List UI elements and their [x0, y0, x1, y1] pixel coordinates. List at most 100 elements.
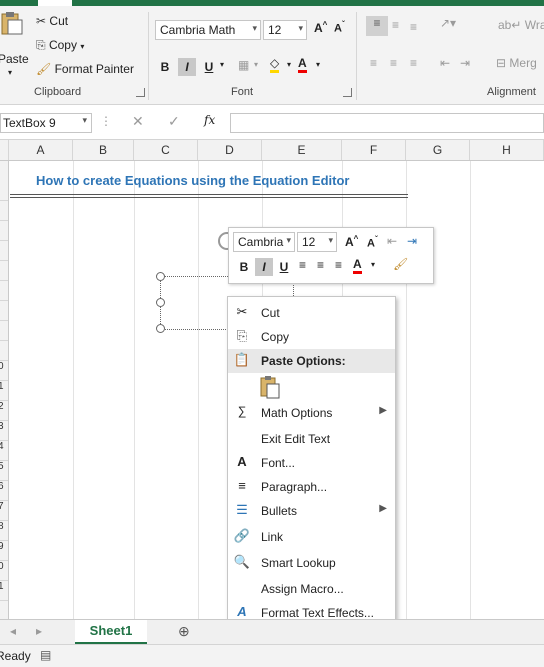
align-center-icon[interactable]: ≡: [390, 56, 397, 70]
resize-handle[interactable]: [156, 272, 165, 281]
row-header[interactable]: [0, 161, 8, 201]
menu-item-cut[interactable]: ✂ Cut: [228, 301, 395, 325]
font-name-dropdown[interactable]: Cambria Math ▾: [155, 20, 261, 40]
font-size-dropdown[interactable]: 12 ▾: [263, 20, 307, 40]
row-header[interactable]: 7: [0, 501, 8, 521]
row-header[interactable]: 0: [0, 561, 8, 581]
add-sheet-icon[interactable]: ⊕: [178, 623, 190, 640]
column-header[interactable]: E: [262, 140, 342, 160]
insert-function-button[interactable]: fx: [204, 113, 215, 127]
row-header[interactable]: [0, 341, 8, 361]
mini-underline-button[interactable]: U: [275, 258, 293, 276]
align-right-icon[interactable]: ≡: [410, 56, 417, 70]
row-header[interactable]: [0, 261, 8, 281]
align-right-icon[interactable]: ≡: [335, 258, 342, 272]
row-header[interactable]: 5: [0, 461, 8, 481]
grow-font-button[interactable]: A^: [314, 20, 327, 35]
underline-dropdown-icon[interactable]: ▾: [220, 60, 224, 69]
clipboard-launcher-icon[interactable]: [136, 88, 145, 97]
paste-button[interactable]: Paste: [0, 52, 29, 66]
font-color-icon[interactable]: A: [353, 257, 362, 274]
copy-dropdown-icon[interactable]: ▾: [80, 42, 84, 51]
menu-item-smart-lookup[interactable]: 🔍 Smart Lookup: [228, 551, 395, 575]
row-header[interactable]: 0: [0, 361, 8, 381]
column-header[interactable]: H: [470, 140, 544, 160]
menu-item-exit-edit-text[interactable]: Exit Edit Text: [228, 427, 395, 451]
menu-item-math-options[interactable]: ∑ Math Options ▶: [228, 401, 395, 425]
merge-button[interactable]: ⊟ Merg: [496, 56, 537, 70]
font-launcher-icon[interactable]: [343, 88, 352, 97]
align-center-icon[interactable]: ≡: [317, 258, 324, 272]
shrink-font-button[interactable]: Aˇ: [334, 20, 345, 35]
macro-recorder-icon[interactable]: ▤: [40, 648, 51, 662]
copy-button[interactable]: ⎘ Copy ▾: [36, 38, 84, 53]
paste-icon[interactable]: [0, 10, 24, 36]
increase-indent-icon[interactable]: ⇥: [407, 234, 417, 248]
column-header[interactable]: B: [73, 140, 134, 160]
row-header[interactable]: [0, 241, 8, 261]
sheet-tab-sheet1[interactable]: Sheet1: [75, 620, 147, 644]
fill-color-icon[interactable]: ◇: [270, 56, 280, 73]
underline-button[interactable]: U: [200, 58, 218, 76]
brush-icon[interactable]: 🖌: [393, 257, 408, 271]
grow-font-button[interactable]: A^: [345, 234, 358, 249]
name-box[interactable]: TextBox 9 ▾: [0, 113, 92, 133]
column-header[interactable]: A: [9, 140, 73, 160]
row-header[interactable]: 6: [0, 481, 8, 501]
cut-button[interactable]: ✂ Cut: [36, 14, 68, 28]
scroll-left-icon[interactable]: ◂: [10, 624, 16, 638]
fill-color-dropdown-icon[interactable]: ▾: [287, 60, 291, 69]
shrink-font-button[interactable]: Aˇ: [367, 235, 378, 250]
menu-item-paragraph[interactable]: ≡ Paragraph...: [228, 475, 395, 499]
mini-bold-button[interactable]: B: [235, 258, 253, 276]
mini-size-dropdown[interactable]: 12 ▾: [297, 232, 337, 252]
row-header[interactable]: 1: [0, 581, 8, 601]
enter-icon[interactable]: ✓: [168, 113, 180, 130]
align-top-icon[interactable]: ≡: [366, 16, 388, 36]
mini-italic-button[interactable]: I: [255, 258, 273, 276]
menu-item-assign-macro[interactable]: Assign Macro...: [228, 577, 395, 601]
format-painter-button[interactable]: 🖌 Format Painter: [36, 62, 134, 76]
row-header[interactable]: [0, 201, 8, 221]
column-header[interactable]: G: [406, 140, 470, 160]
row-header[interactable]: [0, 301, 8, 321]
font-color-dropdown-icon[interactable]: ▾: [371, 260, 375, 269]
scroll-right-icon[interactable]: ▸: [36, 624, 42, 638]
column-header[interactable]: D: [198, 140, 262, 160]
resize-handle[interactable]: [156, 298, 165, 307]
menu-item-link[interactable]: 🔗 Link: [228, 525, 395, 549]
menu-item-bullets[interactable]: ☰ Bullets ▶: [228, 499, 395, 523]
row-header[interactable]: 3: [0, 421, 8, 441]
align-left-icon[interactable]: ≡: [299, 258, 306, 272]
resize-handle[interactable]: [156, 324, 165, 333]
row-header[interactable]: [0, 281, 8, 301]
row-header[interactable]: 1: [0, 381, 8, 401]
paste-keep-formatting-icon[interactable]: [258, 375, 284, 401]
formula-input[interactable]: [230, 113, 544, 133]
column-header[interactable]: F: [342, 140, 406, 160]
column-header[interactable]: C: [134, 140, 198, 160]
align-left-icon[interactable]: ≡: [370, 56, 377, 70]
align-bottom-icon[interactable]: ≡: [410, 20, 417, 34]
row-header[interactable]: 8: [0, 521, 8, 541]
font-color-dropdown-icon[interactable]: ▾: [316, 60, 320, 69]
menu-item-font[interactable]: A Font...: [228, 451, 395, 475]
borders-dropdown-icon[interactable]: ▾: [254, 60, 258, 69]
decrease-indent-icon[interactable]: ⇤: [387, 234, 397, 248]
bold-button[interactable]: B: [156, 58, 174, 76]
chevron-down-icon[interactable]: ▾: [82, 115, 87, 126]
row-header[interactable]: 9: [0, 541, 8, 561]
decrease-indent-icon[interactable]: ⇤: [440, 56, 450, 70]
cancel-icon[interactable]: ✕: [132, 113, 144, 130]
orientation-icon[interactable]: ↗▾: [440, 16, 456, 30]
increase-indent-icon[interactable]: ⇥: [460, 56, 470, 70]
borders-icon[interactable]: ▦: [238, 58, 249, 72]
paste-dropdown-icon[interactable]: ▾: [8, 68, 12, 77]
align-middle-icon[interactable]: ≡: [392, 18, 399, 32]
row-header[interactable]: [0, 221, 8, 241]
row-header[interactable]: 2: [0, 401, 8, 421]
mini-font-dropdown[interactable]: Cambria ▾: [233, 232, 295, 252]
row-header[interactable]: [0, 321, 8, 341]
menu-item-copy[interactable]: ⎘ Copy: [228, 325, 395, 349]
select-all-corner[interactable]: [0, 140, 9, 160]
